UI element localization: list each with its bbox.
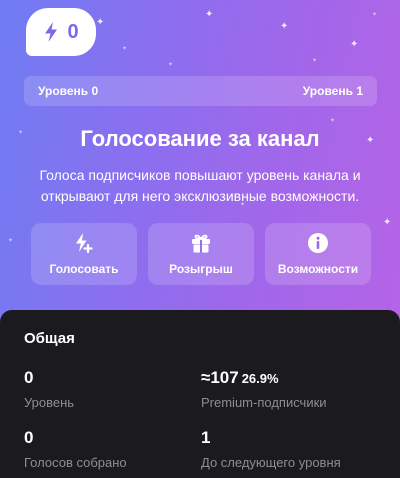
info-icon — [307, 232, 329, 254]
stat-votes: 0 Голосов собрано — [24, 428, 127, 470]
stat-premium: ≈107 26.9% Premium-подписчики — [201, 368, 327, 410]
boost-count-badge: 0 — [26, 8, 96, 56]
giveaway-button-label: Розыгрыш — [169, 262, 233, 276]
overview-panel: Общая 0 Уровень ≈107 26.9% Premium-подпис… — [0, 310, 400, 478]
boost-count: 0 — [67, 20, 79, 43]
sparkle-decoration: ✦ — [350, 39, 359, 50]
boost-hero: ✦ ✦ ✦ ✦ ✦ ✦ ✦ ✦ ✦ ✦ ✦ ✦ ✦ ✦ 0 Уровень 0 … — [0, 0, 400, 330]
stat-premium-value: ≈107 — [201, 368, 239, 387]
action-buttons: Голосовать Розыгрыш Возможности — [31, 223, 371, 285]
stat-premium-percent: 26.9% — [241, 371, 279, 386]
overview-title: Общая — [24, 330, 75, 347]
next-level-label: Уровень 1 — [302, 84, 363, 98]
stat-level: 0 Уровень — [24, 368, 74, 410]
sparkle-decoration: ✦ — [168, 61, 174, 68]
lightning-icon — [45, 22, 58, 42]
features-button-label: Возможности — [277, 262, 359, 276]
stat-level-label: Уровень — [24, 395, 75, 410]
gift-icon — [190, 232, 212, 254]
stat-votes-value: 0 — [24, 428, 34, 447]
sparkle-decoration: ✦ — [312, 57, 318, 64]
stat-votes-label: Голосов собрано — [24, 455, 127, 470]
stat-next-level-value: 1 — [201, 428, 211, 447]
sparkle-decoration: ✦ — [280, 21, 289, 32]
features-button[interactable]: Возможности — [265, 223, 371, 285]
page-description: Голоса подписчиков повышают уровень кана… — [39, 167, 361, 204]
current-level-label: Уровень 0 — [38, 84, 99, 98]
stat-premium-label: Premium-подписчики — [201, 395, 327, 410]
giveaway-button[interactable]: Розыгрыш — [148, 223, 254, 285]
vote-button-label: Голосовать — [49, 262, 119, 276]
boost-plus-icon — [73, 232, 95, 254]
stat-level-value: 0 — [24, 368, 34, 387]
sparkle-decoration: ✦ — [96, 17, 105, 28]
level-progress-bar: Уровень 0 Уровень 1 — [24, 76, 377, 106]
stat-next-level: 1 До следующего уровня — [201, 428, 341, 470]
sparkle-decoration: ✦ — [383, 217, 392, 228]
sparkle-decoration: ✦ — [330, 117, 336, 124]
sparkle-decoration: ✦ — [122, 45, 128, 52]
page-title: Голосование за канал — [80, 126, 320, 151]
stat-next-level-label: До следующего уровня — [201, 455, 341, 470]
sparkle-decoration: ✦ — [372, 11, 378, 18]
sparkle-decoration: ✦ — [8, 237, 14, 244]
sparkle-decoration: ✦ — [205, 9, 214, 20]
vote-button[interactable]: Голосовать — [31, 223, 137, 285]
